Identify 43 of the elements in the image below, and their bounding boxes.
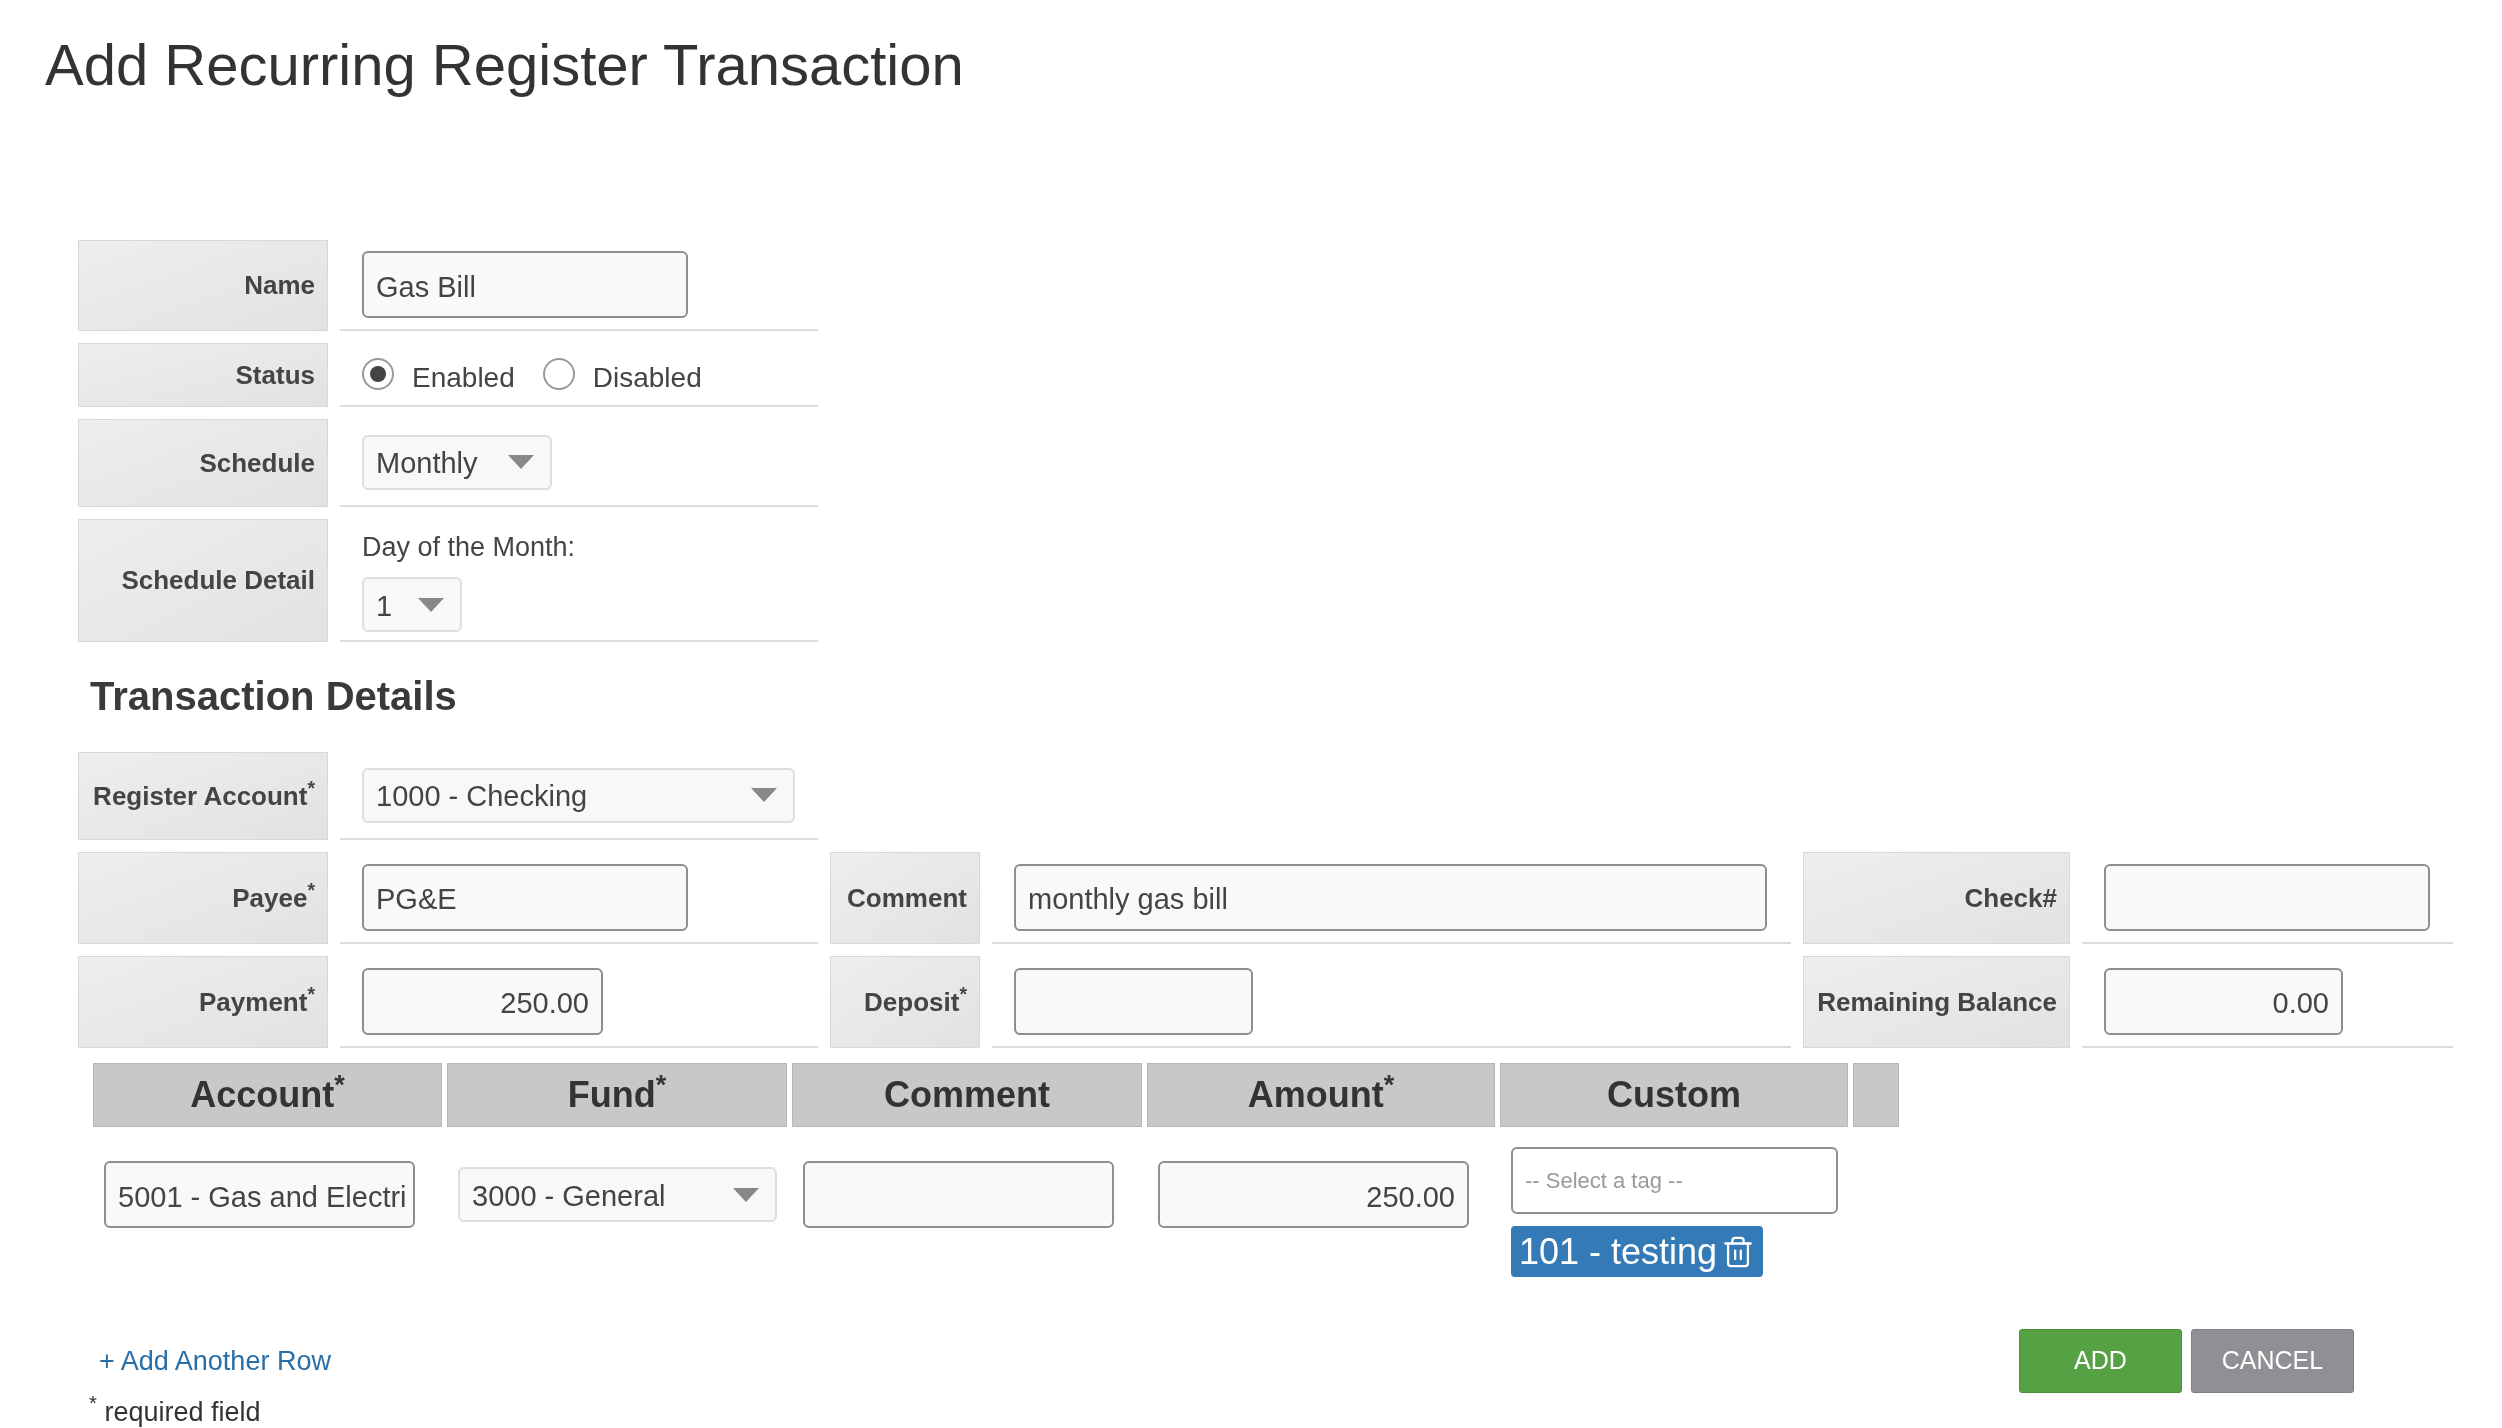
column-header: Amount$^{*}$	[1147, 1063, 1495, 1127]
status-radio[interactable]: Disabled	[542, 349, 702, 399]
input-field[interactable]: monthly gas bill	[1014, 863, 1767, 931]
add-row-link[interactable]: + Add Another Row	[99, 1341, 331, 1382]
required-note: $^{*}$ required field	[89, 1391, 261, 1428]
caret-icon	[733, 1187, 759, 1202]
field-caption: Day of the Month:	[362, 530, 576, 564]
page-title: Add Recurring Register Transaction	[45, 31, 964, 99]
field-label: Schedule	[78, 419, 328, 507]
input-field[interactable]	[2104, 863, 2430, 931]
column-header: Fund$^{*}$	[447, 1063, 787, 1127]
field-label: Name	[78, 240, 328, 331]
input-field[interactable]: 5001 - Gas and Electri	[104, 1161, 415, 1228]
field-label: Payment$^{*}$	[78, 956, 328, 1048]
field-label: Payee$^{*}$	[78, 852, 328, 944]
column-header: Custom	[1500, 1063, 1848, 1127]
caret-icon	[751, 788, 777, 802]
field-label: Comment	[830, 852, 980, 944]
column-header	[1853, 1063, 1899, 1127]
name-field[interactable]: Gas Bill	[362, 251, 688, 318]
tag-chip[interactable]: 101 - testing	[1511, 1226, 1764, 1277]
schedule-select[interactable]: Monthly	[362, 434, 552, 490]
field-label: Check#	[1803, 852, 2070, 944]
caret-icon	[508, 455, 534, 469]
register-account-select[interactable]: 1000 - Checking	[362, 767, 795, 823]
input-field[interactable]	[803, 1161, 1114, 1228]
fund-select[interactable]: 3000 - General	[458, 1167, 777, 1222]
input-field[interactable]	[1014, 967, 1253, 1035]
field-label: Register Account$^{*}$	[78, 752, 328, 840]
field-label: Remaining Balance	[1803, 956, 2070, 1048]
field-label: Schedule Detail	[78, 519, 328, 642]
column-header: Comment	[792, 1063, 1142, 1127]
day-select[interactable]: 1	[362, 577, 462, 633]
input-field[interactable]: 250.00	[362, 967, 603, 1035]
caret-icon	[418, 597, 444, 612]
section-heading: Transaction Details	[90, 673, 457, 720]
status-radio[interactable]: Enabled	[362, 349, 515, 399]
input-field[interactable]: 250.00	[1158, 1161, 1469, 1228]
column-header: Account$^{*}$	[93, 1063, 442, 1127]
field-label: Status	[78, 343, 328, 407]
input-field[interactable]: PG&E	[362, 863, 688, 931]
field-label: Deposit$^{*}$	[830, 956, 980, 1048]
input-field[interactable]: 0.00	[2104, 967, 2343, 1035]
